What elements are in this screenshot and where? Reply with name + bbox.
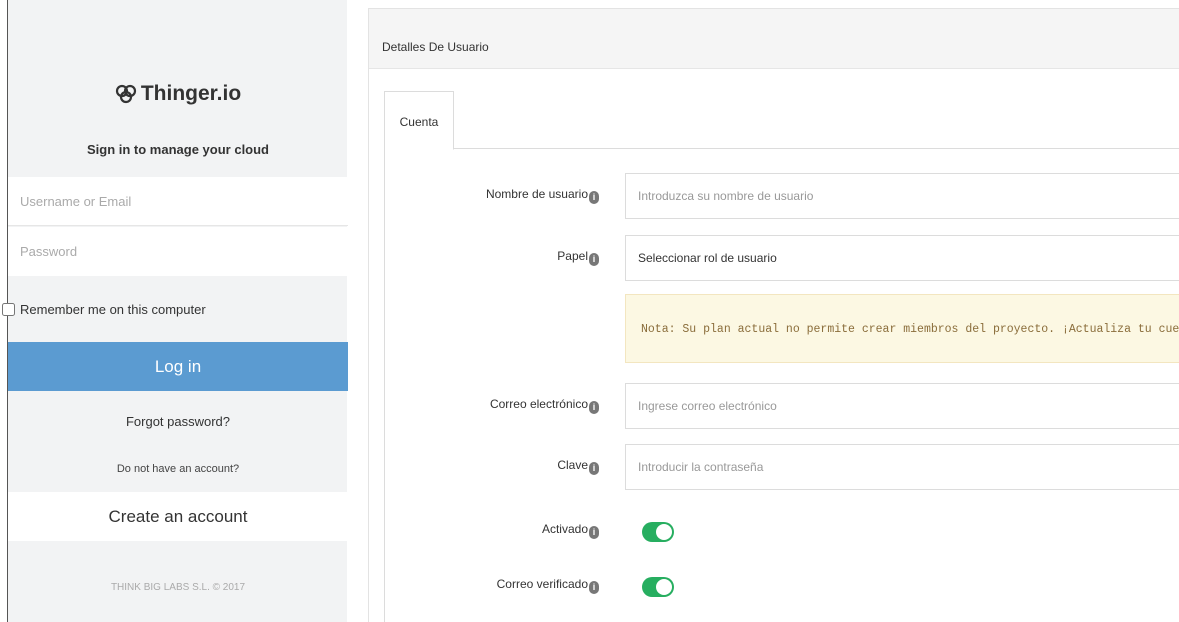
login-panel: Thinger.io Sign in to manage your cloud … (2, 0, 348, 622)
brand-name: Thinger.io (140, 82, 242, 105)
tab-bar: Cuenta (384, 91, 1179, 150)
username-row: Nombre de usuario i (385, 173, 1179, 219)
role-row: Papel i Seleccionar rol de usuario (385, 235, 1179, 281)
user-details-panel: Detalles De Usuario Cuenta Nombre de usu… (368, 8, 1179, 622)
password-label-text: Clave (557, 458, 588, 472)
tab-cuenta[interactable]: Cuenta (384, 91, 454, 150)
verified-label: Correo verificado i (399, 577, 599, 594)
thinger-logo-icon (115, 84, 137, 110)
no-account-text: Do not have an account? (116, 463, 240, 475)
plan-warning: Nota: Su plan actual no permite crear mi… (625, 294, 1179, 363)
username-label-text: Nombre de usuario (485, 187, 588, 201)
brand: Thinger.io (8, 82, 348, 110)
remember-label: Remember me on this computer (20, 302, 206, 317)
info-icon[interactable]: i (589, 191, 599, 204)
enabled-toggle[interactable] (642, 522, 674, 542)
info-icon[interactable]: i (589, 253, 599, 266)
role-label: Papel i (399, 249, 599, 266)
password-field[interactable] (625, 444, 1179, 490)
email-label-text: Correo electrónico (489, 397, 588, 411)
info-icon[interactable]: i (589, 462, 599, 475)
enabled-label-text: Activado (541, 522, 588, 536)
verified-label-text: Correo verificado (496, 577, 588, 591)
panel-header: Detalles De Usuario (369, 9, 1179, 69)
username-input[interactable] (8, 177, 348, 226)
verified-row: Correo verificado i (385, 563, 1179, 609)
role-select-value: Seleccionar rol de usuario (638, 251, 777, 265)
create-account-button[interactable]: Create an account (8, 492, 348, 541)
enabled-label: Activado i (399, 522, 599, 539)
forgot-password-link[interactable]: Forgot password? (8, 414, 348, 429)
remember-checkbox[interactable] (2, 303, 15, 316)
username-field[interactable] (625, 173, 1179, 219)
email-label: Correo electrónico i (399, 397, 599, 414)
password-row: Clave i (385, 444, 1179, 490)
login-button[interactable]: Log in (8, 342, 348, 391)
role-label-text: Papel (557, 249, 588, 263)
login-subtitle: Sign in to manage your cloud (86, 142, 269, 157)
info-icon[interactable]: i (589, 401, 599, 414)
password-label: Clave i (399, 458, 599, 475)
password-input[interactable] (8, 227, 348, 276)
role-select[interactable]: Seleccionar rol de usuario (625, 235, 1179, 281)
footer-copyright: THINK BIG LABS S.L. © 2017 (110, 582, 246, 593)
username-label: Nombre de usuario i (399, 187, 599, 204)
email-row: Correo electrónico i (385, 383, 1179, 429)
enabled-row: Activado i (385, 508, 1179, 554)
toggle-knob (656, 524, 672, 540)
toggle-knob (656, 579, 672, 595)
account-form: Nombre de usuarioi Papeli Seleccionar ro… (384, 149, 1179, 622)
verified-toggle[interactable] (642, 577, 674, 597)
email-field[interactable] (625, 383, 1179, 429)
info-icon[interactable]: i (589, 581, 599, 594)
info-icon[interactable]: i (589, 526, 599, 539)
